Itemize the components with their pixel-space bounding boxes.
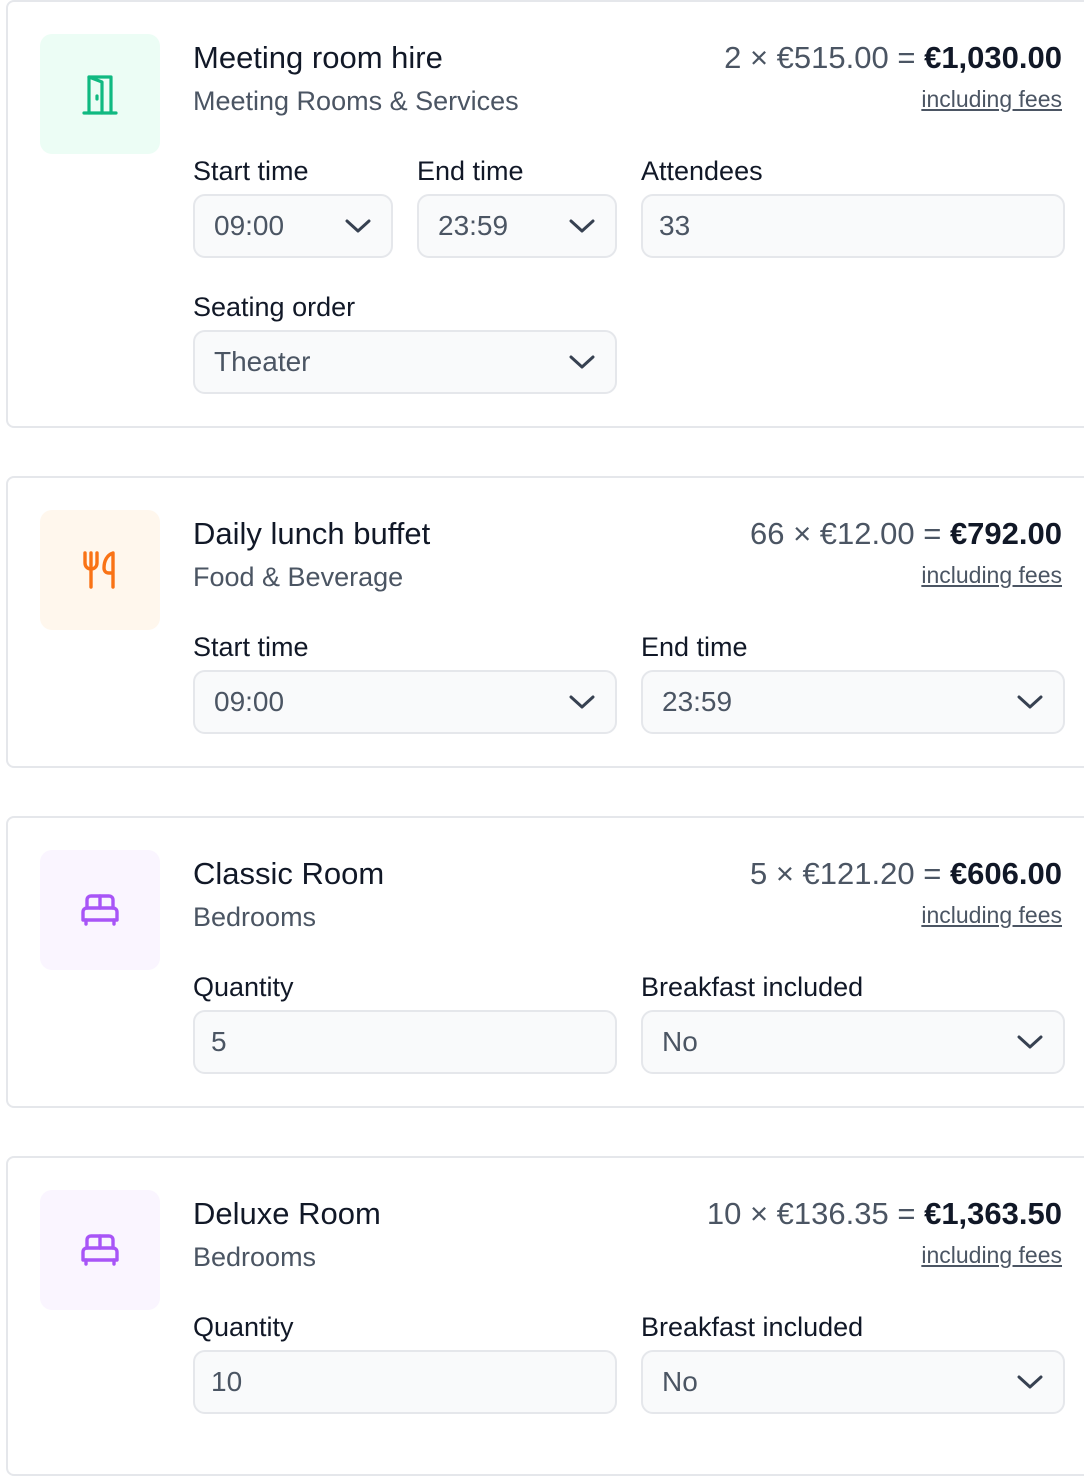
- start-time-value: 09:00: [214, 210, 285, 241]
- seating-order-value: Theater: [214, 346, 311, 377]
- attendees-label: Attendees: [641, 156, 763, 186]
- chevron-down-icon: [569, 695, 595, 709]
- qty-price: 66 × €12.00 =: [749, 516, 950, 551]
- quantity-label: Quantity: [193, 972, 294, 1002]
- bed-icon: [81, 894, 119, 926]
- chevron-down-icon: [345, 219, 371, 233]
- item-total: €606.00: [949, 856, 1062, 891]
- utensils-icon: [83, 551, 115, 589]
- chevron-down-icon: [1017, 1035, 1043, 1049]
- including-fees-link[interactable]: including fees: [921, 86, 1062, 113]
- item-category: Bedrooms: [193, 902, 317, 932]
- item-category: Bedrooms: [193, 1242, 317, 1272]
- line-item-meeting-room: Meeting room hire Meeting Rooms & Servic…: [6, 0, 1084, 428]
- quantity-label: Quantity: [193, 1312, 294, 1342]
- end-time-select[interactable]: 23:59: [641, 670, 1065, 734]
- qty-price: 2 × €515.00 =: [724, 40, 925, 75]
- breakfast-label: Breakfast included: [641, 1312, 864, 1342]
- chevron-down-icon: [569, 219, 595, 233]
- item-total: €792.00: [949, 516, 1062, 551]
- bedroom-icon-tile: [40, 850, 160, 970]
- qty-price: 5 × €121.20 =: [749, 856, 950, 891]
- end-time-select[interactable]: 23:59: [417, 194, 617, 258]
- breakfast-value: No: [662, 1026, 698, 1057]
- item-title: Deluxe Room: [193, 1196, 381, 1231]
- breakfast-select[interactable]: No: [641, 1350, 1065, 1414]
- start-time-label: Start time: [193, 632, 309, 662]
- end-time-label: End time: [641, 632, 748, 662]
- end-time-value: 23:59: [438, 210, 509, 241]
- start-time-select[interactable]: 09:00: [193, 670, 617, 734]
- line-item-deluxe-room: Deluxe Room Bedrooms 10 × €136.35 = €1,3…: [6, 1156, 1084, 1476]
- including-fees-link[interactable]: including fees: [921, 1242, 1062, 1269]
- bed-icon: [81, 1234, 119, 1266]
- item-total: €1,363.50: [924, 1196, 1062, 1231]
- item-title: Classic Room: [193, 856, 385, 891]
- item-category: Food & Beverage: [193, 562, 404, 592]
- item-price: 2 × €515.00 = €1,030.00: [724, 40, 1062, 76]
- end-time-label: End time: [417, 156, 524, 186]
- bedroom-icon-tile: [40, 1190, 160, 1310]
- end-time-value: 23:59: [662, 686, 733, 717]
- quantity-input[interactable]: 5: [193, 1010, 617, 1074]
- item-total: €1,030.00: [924, 40, 1062, 75]
- item-category: Meeting Rooms & Services: [193, 86, 519, 116]
- chevron-down-icon: [1017, 1375, 1043, 1389]
- start-time-select[interactable]: 09:00: [193, 194, 393, 258]
- line-item-classic-room: Classic Room Bedrooms 5 × €121.20 = €606…: [6, 816, 1084, 1108]
- item-title: Daily lunch buffet: [193, 516, 431, 551]
- chevron-down-icon: [1017, 695, 1043, 709]
- door-icon: [82, 75, 118, 115]
- chevron-down-icon: [569, 355, 595, 369]
- attendees-value: 33: [659, 210, 691, 241]
- item-price: 5 × €121.20 = €606.00: [750, 856, 1062, 892]
- seating-order-label: Seating order: [193, 292, 356, 322]
- breakfast-select[interactable]: No: [641, 1010, 1065, 1074]
- quantity-value: 5: [211, 1026, 227, 1057]
- item-price: 10 × €136.35 = €1,363.50: [707, 1196, 1062, 1232]
- start-time-value: 09:00: [214, 686, 285, 717]
- attendees-input[interactable]: 33: [641, 194, 1065, 258]
- including-fees-link[interactable]: including fees: [921, 902, 1062, 929]
- line-item-lunch-buffet: Daily lunch buffet Food & Beverage 66 × …: [6, 476, 1084, 768]
- start-time-label: Start time: [193, 156, 309, 186]
- meeting-room-icon-tile: [40, 34, 160, 154]
- qty-price: 10 × €136.35 =: [706, 1196, 925, 1231]
- breakfast-value: No: [662, 1366, 698, 1397]
- quantity-input[interactable]: 10: [193, 1350, 617, 1414]
- item-price: 66 × €12.00 = €792.00: [750, 516, 1062, 552]
- food-icon-tile: [40, 510, 160, 630]
- quantity-value: 10: [211, 1366, 243, 1397]
- item-title: Meeting room hire: [193, 40, 443, 75]
- including-fees-link[interactable]: including fees: [921, 562, 1062, 589]
- breakfast-label: Breakfast included: [641, 972, 864, 1002]
- seating-order-select[interactable]: Theater: [193, 330, 617, 394]
